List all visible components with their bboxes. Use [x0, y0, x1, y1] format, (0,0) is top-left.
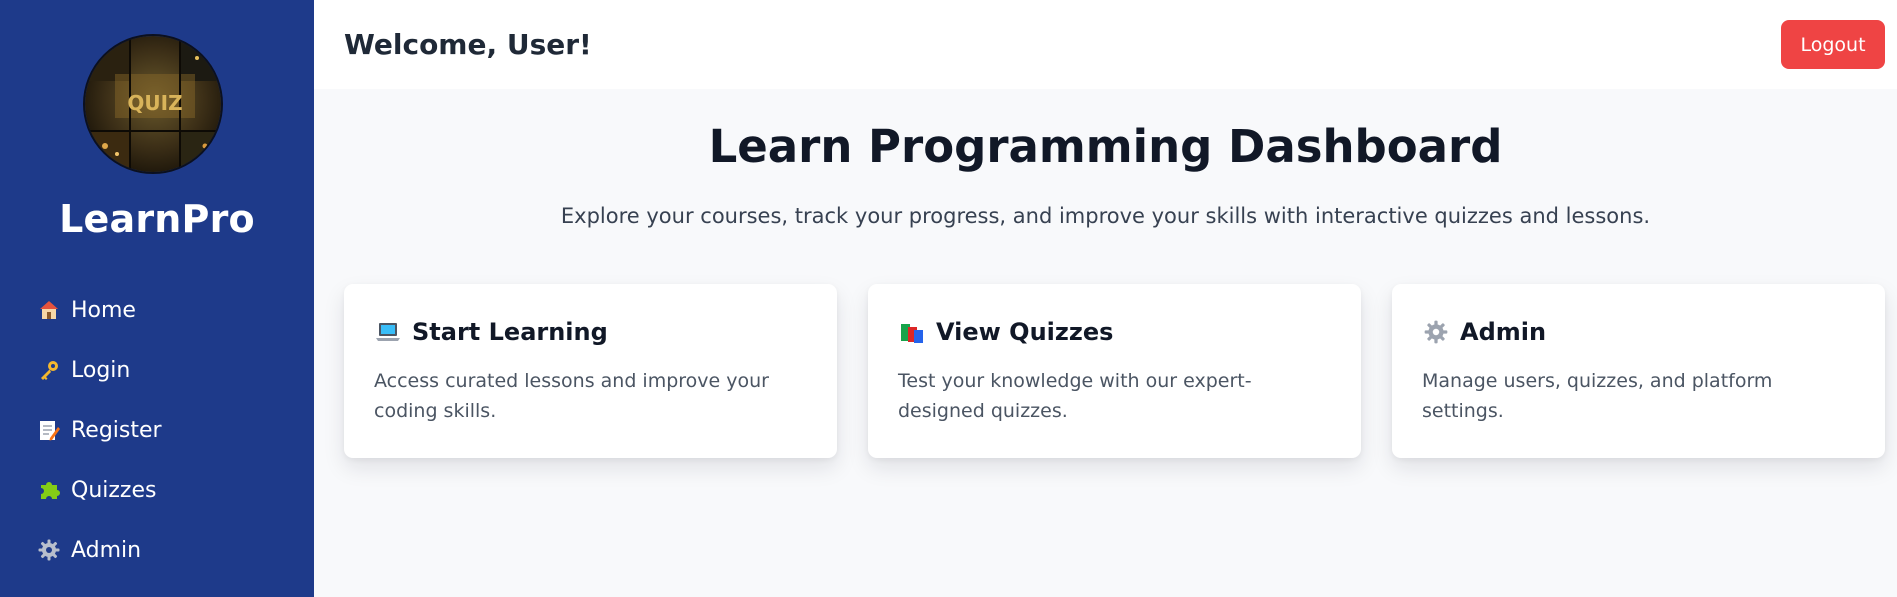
card-title: View Quizzes — [936, 318, 1114, 346]
key-icon — [36, 357, 62, 383]
puzzle-piece-icon — [36, 477, 62, 503]
card-start-learning[interactable]: Start Learning Access curated lessons an… — [344, 284, 837, 458]
main-content: Learn Programming Dashboard Explore your… — [314, 89, 1897, 597]
brand-name: LearnPro — [59, 197, 255, 241]
books-icon — [898, 318, 926, 346]
sidebar-item-quizzes[interactable]: Quizzes — [36, 460, 162, 520]
card-description: Manage users, quizzes, and platform sett… — [1422, 370, 1773, 422]
page-subtitle: Explore your courses, track your progres… — [560, 204, 1651, 228]
card-view-quizzes[interactable]: View Quizzes Test your knowledge with ou… — [868, 284, 1361, 458]
card-admin[interactable]: Admin Manage users, quizzes, and platfor… — [1392, 284, 1885, 458]
sidebar-nav: Home Login Register Quizzes Admin — [36, 280, 162, 580]
sidebar-item-register[interactable]: Register — [36, 400, 162, 460]
welcome-message: Welcome, User! — [344, 28, 592, 61]
sidebar-item-admin[interactable]: Admin — [36, 520, 162, 580]
card-description: Test your knowledge with our expert-desi… — [898, 370, 1252, 422]
top-header: Welcome, User! Logout — [314, 0, 1897, 89]
gear-icon — [1422, 318, 1450, 346]
sidebar-item-label: Quizzes — [71, 477, 157, 503]
card-title: Start Learning — [412, 318, 608, 346]
card-title: Admin — [1460, 318, 1547, 346]
logout-button[interactable]: Logout — [1781, 20, 1885, 69]
sidebar-item-login[interactable]: Login — [36, 340, 162, 400]
page-title: Learn Programming Dashboard — [708, 120, 1503, 173]
memo-icon — [36, 417, 62, 443]
sidebar-item-label: Admin — [71, 537, 142, 563]
sidebar-item-label: Register — [71, 417, 162, 443]
sidebar-item-home[interactable]: Home — [36, 280, 162, 340]
sidebar: QUIZ LearnPro Home Login Register Quizze… — [0, 0, 314, 597]
sidebar-item-label: Home — [71, 297, 136, 323]
quiz-logo-text: QUIZ — [127, 91, 182, 115]
card-description: Access curated lessons and improve your … — [374, 370, 769, 422]
house-icon — [36, 297, 62, 323]
gear-icon — [36, 537, 62, 563]
laptop-icon — [374, 318, 402, 346]
quiz-logo: QUIZ — [83, 34, 223, 174]
sidebar-item-label: Login — [71, 357, 131, 383]
